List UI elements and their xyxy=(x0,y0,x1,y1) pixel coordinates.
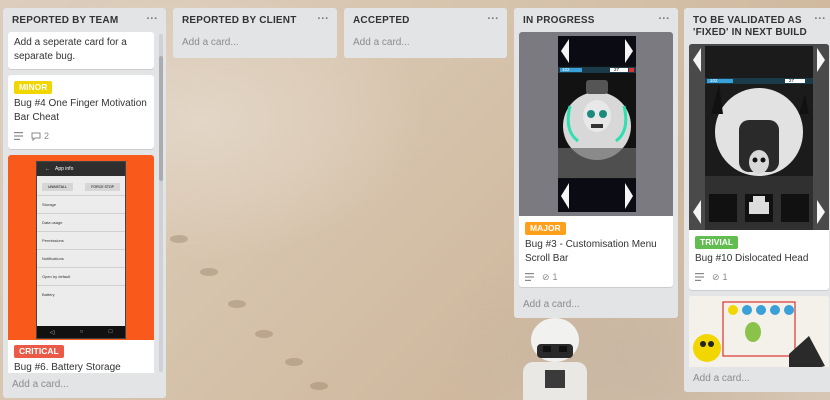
attachments-badge: ⊘ 1 xyxy=(712,270,728,284)
card-title: Bug #4 One Finger Motivation Bar Cheat xyxy=(14,98,147,123)
list-title: REPORTED BY TEAM xyxy=(12,15,119,26)
sand-footprint xyxy=(170,235,188,243)
list-header: REPORTED BY CLIENT ··· xyxy=(173,8,337,31)
list-header: IN PROGRESS ··· xyxy=(514,8,678,31)
sand-footprint xyxy=(285,358,303,366)
phone-nav-bar: ◁ ○ □ xyxy=(37,326,125,338)
sand-footprint xyxy=(228,300,246,308)
card-badges: ⊘ 1 xyxy=(695,270,823,284)
list-to-be-validated: TO BE VALIDATED AS 'FIXED' IN NEXT BUILD… xyxy=(684,8,830,392)
card-cover-image: 102 27 xyxy=(689,44,829,230)
list-menu-button[interactable]: ··· xyxy=(317,14,329,25)
description-icon xyxy=(525,273,534,281)
attachment-count: 1 xyxy=(722,272,728,282)
attachments-badge: ⊘ 1 xyxy=(542,270,558,284)
nav-home-icon: ○ xyxy=(79,329,84,335)
card[interactable]: MINOR Bug #4 One Finger Motivation Bar C… xyxy=(8,75,154,149)
add-card-button[interactable]: Add a card... xyxy=(514,293,678,318)
card-title: Add a seperate card for a separate bug. xyxy=(14,37,127,62)
app-title: App info xyxy=(55,166,74,172)
comments-badge: 2 xyxy=(31,129,49,143)
list-title: REPORTED BY CLIENT xyxy=(182,15,297,26)
label-trivial: TRIVIAL xyxy=(695,236,739,249)
game-screenshot: 102 27 xyxy=(558,36,636,212)
settings-row: Permissions xyxy=(37,231,125,249)
card-badges: ⊘ 1 xyxy=(525,270,667,284)
nav-recents-icon: □ xyxy=(108,329,113,335)
list-reported-by-team: REPORTED BY TEAM ··· Add a seperate card… xyxy=(3,8,166,398)
list-title: TO BE VALIDATED AS 'FIXED' IN NEXT BUILD xyxy=(693,15,807,38)
card-badges: 2 xyxy=(14,129,148,143)
list-menu-button[interactable]: ··· xyxy=(146,14,158,25)
add-card-button[interactable]: Add a card... xyxy=(173,31,337,56)
list-header: REPORTED BY TEAM ··· xyxy=(3,8,166,31)
description-icon xyxy=(695,273,704,281)
card[interactable]: 102 27 MAJOR Bug #3 - Customisation Menu… xyxy=(519,32,673,287)
list-header: ACCEPTED ··· xyxy=(344,8,507,31)
card-cover-image: ← App info UNINSTALL FORCE STOP Storage … xyxy=(8,155,154,340)
paperclip-icon: ⊘ xyxy=(712,272,720,282)
label-critical: CRITICAL xyxy=(14,345,64,358)
comment-icon xyxy=(31,132,41,141)
list-header: TO BE VALIDATED AS 'FIXED' IN NEXT BUILD… xyxy=(684,8,830,43)
stat-left: 102 xyxy=(710,78,718,83)
card-cover-image: 102 27 xyxy=(519,32,673,216)
settings-row: Open by default xyxy=(37,267,125,285)
settings-row: Storage xyxy=(37,195,125,213)
list-in-progress: IN PROGRESS ··· 102 27 MAJOR Bug #3 - Cu… xyxy=(514,8,678,318)
card-title: Bug #3 - Customisation Menu Scroll Bar xyxy=(525,239,657,264)
add-card-button[interactable]: Add a card... xyxy=(344,31,507,56)
list-reported-by-client: REPORTED BY CLIENT ··· Add a card... xyxy=(173,8,337,58)
sand-footprint xyxy=(200,268,218,276)
stat-right: 27 xyxy=(789,78,795,83)
stat-right: 27 xyxy=(614,67,620,72)
card[interactable] xyxy=(689,296,829,367)
app-bar: ← App info xyxy=(37,162,125,176)
sand-footprint xyxy=(310,382,328,390)
settings-row: Data usage xyxy=(37,213,125,231)
card[interactable]: 102 27 TRIVIAL Bug #10 Dislocated Head ⊘… xyxy=(689,44,829,290)
uninstall-button: UNINSTALL xyxy=(42,183,73,191)
list-menu-button[interactable]: ··· xyxy=(487,14,499,25)
paperclip-icon: ⊘ xyxy=(542,272,550,282)
stat-left: 102 xyxy=(562,67,570,72)
list-accepted: ACCEPTED ··· Add a card... xyxy=(344,8,507,58)
list-cards: Add a seperate card for a separate bug. … xyxy=(3,31,159,373)
phone-screenshot: ← App info UNINSTALL FORCE STOP Storage … xyxy=(36,161,126,339)
settings-row: Notifications xyxy=(37,249,125,267)
add-card-button[interactable]: Add a card... xyxy=(684,367,830,392)
label-major: MAJOR xyxy=(525,222,566,235)
comment-count: 2 xyxy=(44,131,50,141)
force-stop-button: FORCE STOP xyxy=(85,183,120,191)
scrollbar-thumb[interactable] xyxy=(159,56,163,181)
action-buttons: UNINSTALL FORCE STOP xyxy=(37,176,125,195)
attachment-count: 1 xyxy=(552,272,558,282)
list-cards: 102 27 TRIVIAL Bug #10 Dislocated Head ⊘… xyxy=(684,43,830,367)
back-arrow-icon: ← xyxy=(45,166,50,172)
card[interactable]: ← App info UNINSTALL FORCE STOP Storage … xyxy=(8,155,154,373)
card[interactable]: Add a seperate card for a separate bug. xyxy=(8,32,154,69)
list-scrollbar[interactable] xyxy=(159,34,163,372)
card-title: Bug #6. Battery Storage Usage xyxy=(14,362,121,373)
sand-footprint xyxy=(255,330,273,338)
list-title: ACCEPTED xyxy=(353,15,410,26)
list-title: IN PROGRESS xyxy=(523,15,595,26)
list-menu-button[interactable]: ··· xyxy=(658,14,670,25)
label-minor: MINOR xyxy=(14,81,53,94)
add-card-button[interactable]: Add a card... xyxy=(3,373,166,398)
description-icon xyxy=(14,132,23,140)
list-menu-button[interactable]: ··· xyxy=(814,14,826,25)
nav-back-icon: ◁ xyxy=(49,329,55,336)
card-cover-image xyxy=(689,296,829,367)
card-title: Bug #10 Dislocated Head xyxy=(695,253,809,264)
settings-row: Battery xyxy=(37,285,125,303)
